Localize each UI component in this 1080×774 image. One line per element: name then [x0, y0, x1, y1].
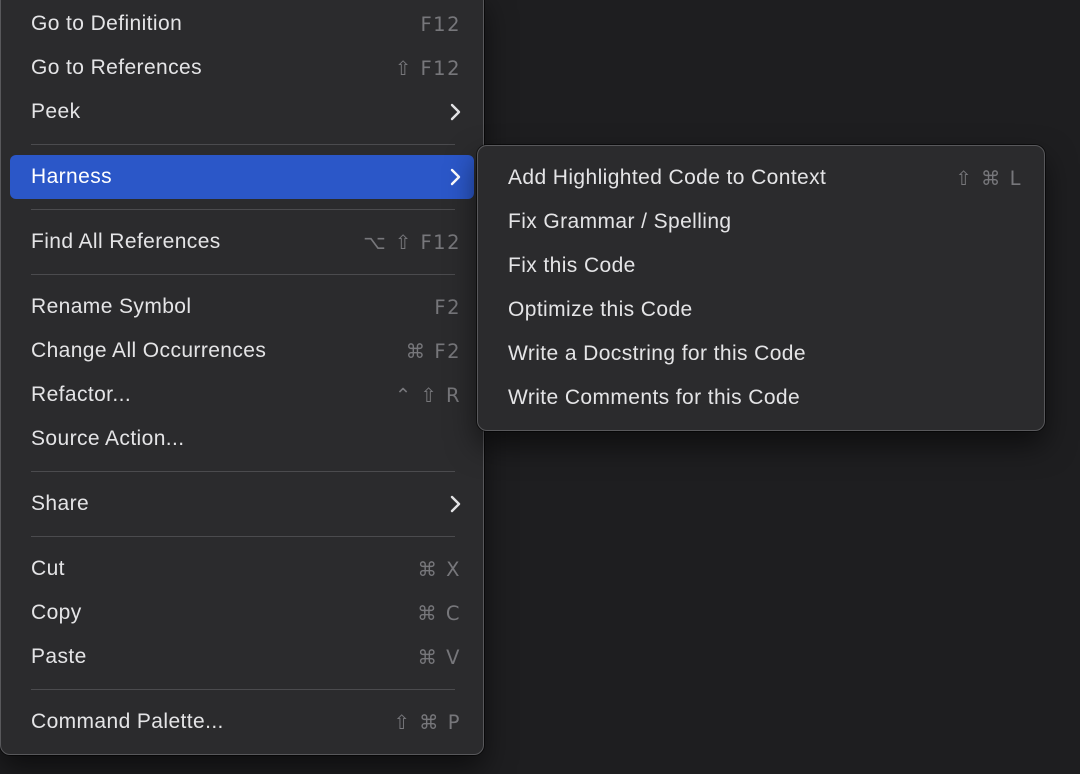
- editor-context-menu-screen: Go to Definition F12 Go to References ⇧ …: [0, 0, 1080, 774]
- menu-item-label: Paste: [31, 645, 417, 669]
- menu-item-label: Cut: [31, 557, 417, 581]
- menu-item-label: Add Highlighted Code to Context: [508, 166, 955, 190]
- menu-item-label: Write Comments for this Code: [508, 386, 1022, 410]
- menu-item-label: Write a Docstring for this Code: [508, 342, 1022, 366]
- menu-separator: [31, 471, 455, 472]
- submenu-item-fix-grammar-spelling[interactable]: Fix Grammar / Spelling: [487, 200, 1035, 244]
- menu-item-label: Peek: [31, 100, 438, 124]
- menu-separator: [31, 274, 455, 275]
- menu-item-shortcut: ⌃ ⇧ R: [395, 384, 461, 407]
- menu-item-rename-symbol[interactable]: Rename Symbol F2: [10, 285, 474, 329]
- menu-separator: [31, 209, 455, 210]
- menu-separator: [31, 689, 455, 690]
- submenu-item-write-a-docstring-for-this-code[interactable]: Write a Docstring for this Code: [487, 332, 1035, 376]
- menu-item-shortcut: ⌘ F2: [406, 340, 461, 363]
- submenu-item-optimize-this-code[interactable]: Optimize this Code: [487, 288, 1035, 332]
- menu-item-shortcut: F2: [434, 296, 461, 319]
- menu-item-harness[interactable]: Harness: [10, 155, 474, 199]
- menu-item-paste[interactable]: Paste ⌘ V: [10, 635, 474, 679]
- menu-item-label: Share: [31, 492, 438, 516]
- menu-item-label: Source Action...: [31, 427, 461, 451]
- menu-item-label: Copy: [31, 601, 417, 625]
- menu-item-label: Change All Occurrences: [31, 339, 406, 363]
- harness-submenu: Add Highlighted Code to Context ⇧ ⌘ L Fi…: [477, 145, 1045, 431]
- menu-item-go-to-definition[interactable]: Go to Definition F12: [10, 2, 474, 46]
- chevron-right-icon: [450, 495, 461, 513]
- menu-item-peek[interactable]: Peek: [10, 90, 474, 134]
- menu-item-shortcut: ⌥ ⇧ F12: [363, 231, 461, 254]
- menu-item-label: Find All References: [31, 230, 363, 254]
- menu-item-label: Command Palette...: [31, 710, 394, 734]
- submenu-item-fix-this-code[interactable]: Fix this Code: [487, 244, 1035, 288]
- menu-item-shortcut: F12: [420, 13, 461, 36]
- menu-item-cut[interactable]: Cut ⌘ X: [10, 547, 474, 591]
- menu-separator: [31, 536, 455, 537]
- menu-item-label: Fix Grammar / Spelling: [508, 210, 1022, 234]
- menu-item-go-to-references[interactable]: Go to References ⇧ F12: [10, 46, 474, 90]
- menu-item-change-all-occurrences[interactable]: Change All Occurrences ⌘ F2: [10, 329, 474, 373]
- menu-item-find-all-references[interactable]: Find All References ⌥ ⇧ F12: [10, 220, 474, 264]
- menu-item-label: Go to Definition: [31, 12, 420, 36]
- context-menu: Go to Definition F12 Go to References ⇧ …: [0, 0, 484, 755]
- menu-item-label: Refactor...: [31, 383, 395, 407]
- menu-item-shortcut: ⇧ ⌘ L: [955, 167, 1022, 190]
- chevron-right-icon: [450, 168, 461, 186]
- menu-item-label: Harness: [31, 165, 438, 189]
- submenu-item-write-comments-for-this-code[interactable]: Write Comments for this Code: [487, 376, 1035, 420]
- menu-item-shortcut: ⌘ X: [417, 558, 461, 581]
- menu-item-label: Go to References: [31, 56, 395, 80]
- menu-item-share[interactable]: Share: [10, 482, 474, 526]
- menu-item-label: Optimize this Code: [508, 298, 1022, 322]
- menu-item-command-palette[interactable]: Command Palette... ⇧ ⌘ P: [10, 700, 474, 744]
- menu-item-shortcut: ⇧ F12: [395, 57, 461, 80]
- menu-item-copy[interactable]: Copy ⌘ C: [10, 591, 474, 635]
- menu-item-label: Rename Symbol: [31, 295, 434, 319]
- submenu-item-add-highlighted-code-to-context[interactable]: Add Highlighted Code to Context ⇧ ⌘ L: [487, 156, 1035, 200]
- chevron-right-icon: [450, 103, 461, 121]
- menu-item-source-action[interactable]: Source Action...: [10, 417, 474, 461]
- menu-item-label: Fix this Code: [508, 254, 1022, 278]
- menu-item-shortcut: ⌘ V: [417, 646, 461, 669]
- menu-item-shortcut: ⌘ C: [417, 602, 461, 625]
- menu-item-refactor[interactable]: Refactor... ⌃ ⇧ R: [10, 373, 474, 417]
- menu-separator: [31, 144, 455, 145]
- menu-item-shortcut: ⇧ ⌘ P: [394, 711, 462, 734]
